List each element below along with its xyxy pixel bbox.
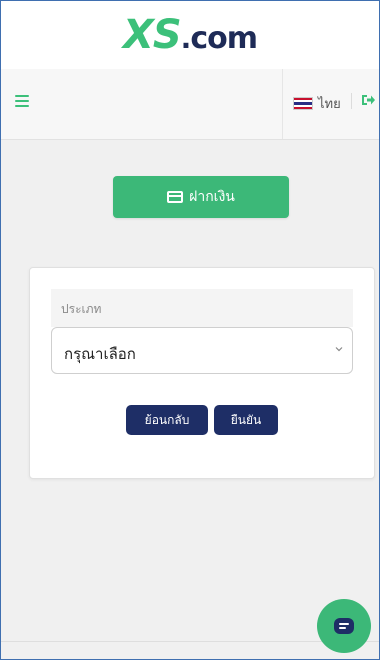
nav-divider: [282, 69, 283, 139]
language-selector[interactable]: ไทย: [293, 93, 341, 114]
language-divider: [351, 93, 352, 109]
language-label: ไทย: [318, 97, 341, 112]
logo-bar: XS . com: [1, 1, 379, 70]
hamburger-icon[interactable]: [15, 95, 29, 109]
xs-logo[interactable]: XS . com: [123, 12, 258, 58]
chat-icon: [334, 618, 354, 634]
thailand-flag-icon: [293, 97, 313, 110]
deposit-button[interactable]: ฝากเงิน: [113, 176, 289, 218]
logo-com: com: [190, 21, 258, 56]
type-select[interactable]: กรุณาเลือก: [51, 327, 353, 374]
logo-dot: .: [180, 22, 192, 55]
deposit-label: ฝากเงิน: [189, 189, 235, 205]
form-actions: ย้อนกลับ ยืนยัน: [30, 405, 374, 435]
chat-button[interactable]: [317, 599, 371, 653]
chevron-down-icon: [335, 347, 343, 352]
nav-bar: ไทย: [1, 69, 379, 140]
deposit-type-panel: ประเภท กรุณาเลือก ย้อนกลับ ยืนยัน: [29, 267, 375, 479]
type-select-value: กรุณาเลือก: [64, 345, 136, 363]
logout-icon[interactable]: [361, 92, 375, 108]
back-button[interactable]: ย้อนกลับ: [126, 405, 208, 435]
logo-xs: XS: [123, 12, 182, 58]
app-frame: XS . com ไทย ฝากเงิน ประเภท กรุณาเลือก ย…: [0, 0, 380, 660]
confirm-button[interactable]: ยืนยัน: [214, 405, 278, 435]
type-label: ประเภท: [61, 302, 102, 316]
type-label-box: ประเภท: [51, 289, 353, 327]
credit-card-icon: [167, 191, 184, 203]
